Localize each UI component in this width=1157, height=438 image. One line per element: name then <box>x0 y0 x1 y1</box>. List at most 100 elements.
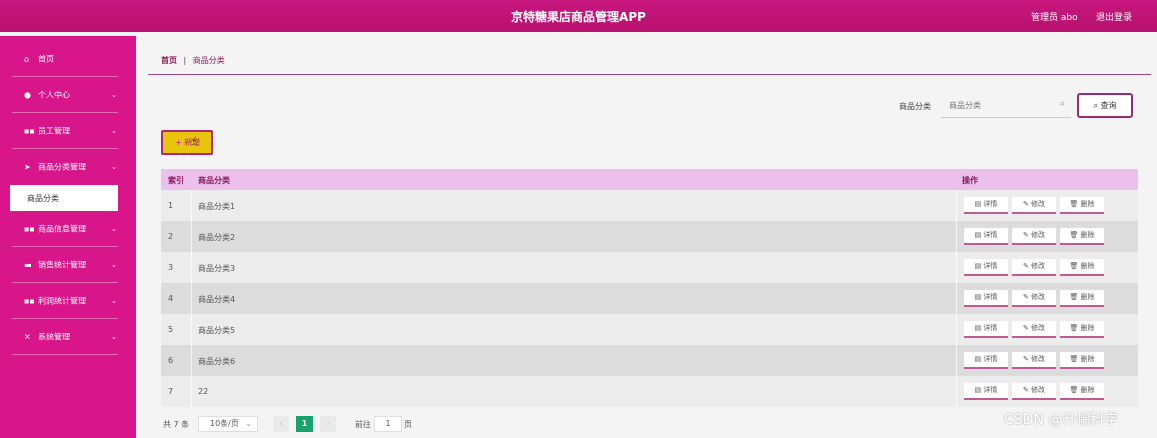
detail-button[interactable]: ▤ 详情 <box>964 321 1008 338</box>
sidebar-item-label: 销售统计管理 <box>38 260 86 270</box>
edit-button-label: 修改 <box>1031 293 1046 301</box>
edit-button[interactable]: ✎ 修改 <box>1012 352 1056 369</box>
delete-button[interactable]: 🗑 删除 <box>1060 290 1104 307</box>
sidebar-item[interactable]: ➤ 商品分类管理 ⌄ <box>0 149 136 185</box>
table-row: 3 商品分类3 ▤ 详情 ✎ 修改 🗑 删除 <box>161 252 1138 283</box>
detail-button[interactable]: ▤ 详情 <box>964 290 1008 307</box>
sidebar-item[interactable]: ▬ 销售统计管理 ⌄ <box>0 247 136 283</box>
row-index: 1 <box>168 201 174 210</box>
delete-button-label: 删除 <box>1080 231 1095 239</box>
table-row: 7 22 ▤ 详情 ✎ 修改 🗑 删除 <box>161 376 1138 407</box>
page-size-select[interactable]: 10条/页 ⌄ <box>198 416 258 432</box>
sidebar-item-label: 利润统计管理 <box>38 296 86 306</box>
column-divider <box>956 221 957 252</box>
delete-button[interactable]: 🗑 删除 <box>1060 383 1104 400</box>
detail-button-label: 详情 <box>983 231 998 239</box>
edit-icon: ✎ <box>1022 231 1032 239</box>
column-divider <box>191 190 192 221</box>
delete-button[interactable]: 🗑 删除 <box>1060 228 1104 245</box>
delete-button[interactable]: 🗑 删除 <box>1060 259 1104 276</box>
goto-page-input[interactable]: 1 <box>374 416 402 432</box>
breadcrumb-home[interactable]: 首页 <box>161 56 177 65</box>
admin-user[interactable]: 管理员 abo <box>1031 10 1078 23</box>
sidebar-item[interactable]: ● 个人中心 ⌄ <box>0 77 136 113</box>
delete-button-label: 删除 <box>1080 293 1095 301</box>
edit-button[interactable]: ✎ 修改 <box>1012 290 1056 307</box>
search-field[interactable]: ⌕ <box>941 94 1071 118</box>
column-divider <box>191 376 192 407</box>
delete-button-label: 删除 <box>1080 200 1095 208</box>
delete-button[interactable]: 🗑 删除 <box>1060 197 1104 214</box>
row-category-name: 商品分类1 <box>198 202 236 211</box>
edit-button-label: 修改 <box>1031 200 1046 208</box>
send-icon: ➤ <box>24 162 31 172</box>
sidebar-item[interactable]: ✕ 系统管理 ⌄ <box>0 319 136 355</box>
table-row: 5 商品分类5 ▤ 详情 ✎ 修改 🗑 删除 <box>161 314 1138 345</box>
detail-button[interactable]: ▤ 详情 <box>964 197 1008 214</box>
edit-button[interactable]: ✎ 修改 <box>1012 259 1056 276</box>
edit-button-label: 修改 <box>1031 262 1046 270</box>
prev-page-button[interactable]: ‹ <box>273 416 289 432</box>
query-button-label: 查询 <box>1100 101 1117 110</box>
query-button[interactable]: ⌕ 查询 <box>1077 93 1133 118</box>
detail-button[interactable]: ▤ 详情 <box>964 228 1008 245</box>
top-bar: 京特糖果店商品管理APP 管理员 abo 退出登录 <box>0 0 1157 32</box>
chevron-down-icon: ⌄ <box>111 297 117 305</box>
chevron-down-icon: ⌄ <box>111 261 117 269</box>
detail-button[interactable]: ▤ 详情 <box>964 352 1008 369</box>
edit-button-label: 修改 <box>1031 231 1046 239</box>
delete-icon: 🗑 <box>1069 200 1081 208</box>
chevron-down-icon: ⌄ <box>111 225 117 233</box>
row-category-name: 22 <box>198 387 209 396</box>
row-index: 7 <box>168 387 174 396</box>
edit-icon: ✎ <box>1022 262 1032 270</box>
table-header: 索引 商品分类 操作 <box>161 169 1138 190</box>
delete-icon: 🗑 <box>1069 293 1081 301</box>
edit-button-label: 修改 <box>1031 355 1046 363</box>
sidebar-subitem-label: 商品分类 <box>27 194 59 203</box>
detail-button[interactable]: ▤ 详情 <box>964 259 1008 276</box>
search-input[interactable] <box>949 94 1049 116</box>
sidebar-item[interactable]: ▪▪ 利润统计管理 ⌄ <box>0 283 136 319</box>
sidebar-divider <box>12 354 118 355</box>
grid-icon: ▪▪ <box>24 224 35 234</box>
edit-icon: ✎ <box>1022 324 1032 332</box>
search-icon: ⌕ <box>1059 99 1065 109</box>
row-category-name: 商品分类2 <box>198 233 236 242</box>
delete-icon: 🗑 <box>1069 355 1081 363</box>
edit-button[interactable]: ✎ 修改 <box>1012 197 1056 214</box>
sidebar: ⌂ 首页 ● 个人中心 ⌄ ▪▪ 员工管理 ⌄ ➤ 商品分类管理 ⌄ ▪▪ 商品信息管理 ⌄ ▬ 销售统计管理… <box>0 36 136 438</box>
detail-button-label: 详情 <box>983 386 998 394</box>
grid-icon: ▪▪ <box>24 126 35 136</box>
delete-button[interactable]: 🗑 删除 <box>1060 352 1104 369</box>
row-index: 5 <box>168 325 174 334</box>
next-page-button[interactable]: › <box>320 416 336 432</box>
detail-button[interactable]: ▤ 详情 <box>964 383 1008 400</box>
column-divider <box>191 345 192 376</box>
add-button[interactable]: + 新增 <box>161 130 213 155</box>
logout-link[interactable]: 退出登录 <box>1096 10 1132 23</box>
delete-icon: 🗑 <box>1069 324 1081 332</box>
sidebar-item[interactable]: ⌂ 首页 <box>0 41 136 77</box>
pagination-total: 共 7 条 <box>163 420 190 429</box>
column-divider <box>956 190 957 221</box>
edit-button-label: 修改 <box>1031 386 1046 394</box>
edit-button-label: 修改 <box>1031 324 1046 332</box>
delete-button[interactable]: 🗑 删除 <box>1060 321 1104 338</box>
plus-icon: + <box>175 138 182 147</box>
goto-label: 前往 <box>355 420 371 429</box>
sidebar-item[interactable]: ▪▪ 商品信息管理 ⌄ <box>0 211 136 247</box>
sidebar-item-label: 商品分类管理 <box>38 162 86 172</box>
sidebar-subitem-category[interactable]: 商品分类 <box>10 185 118 211</box>
app-title: 京特糖果店商品管理APP <box>511 10 646 24</box>
sidebar-item[interactable]: ▪▪ 员工管理 ⌄ <box>0 113 136 149</box>
edit-button[interactable]: ✎ 修改 <box>1012 383 1056 400</box>
edit-button[interactable]: ✎ 修改 <box>1012 321 1056 338</box>
home-icon: ⌂ <box>24 54 30 64</box>
breadcrumb-current: 商品分类 <box>192 56 225 65</box>
current-page[interactable]: 1 <box>296 416 313 432</box>
edit-button[interactable]: ✎ 修改 <box>1012 228 1056 245</box>
header-index: 索引 <box>168 176 184 185</box>
row-index: 2 <box>168 232 174 241</box>
row-category-name: 商品分类6 <box>198 357 236 366</box>
